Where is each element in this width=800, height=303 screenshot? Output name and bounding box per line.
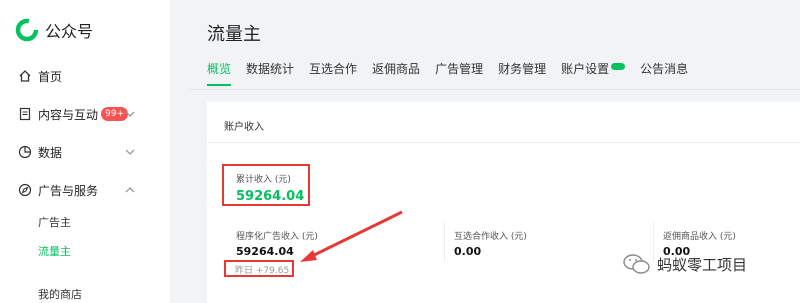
rebate-income-label: 返佣商品收入 (元) bbox=[663, 232, 736, 242]
compass-icon bbox=[18, 183, 32, 197]
tab-announcements[interactable]: 公告消息 bbox=[640, 60, 688, 77]
app-name: 公众号 bbox=[45, 22, 94, 41]
programmatic-income-label: 程序化广告收入 (元) bbox=[236, 232, 318, 242]
app-logo[interactable]: 公众号 bbox=[15, 18, 93, 42]
mutual-income-value: 0.00 bbox=[454, 245, 482, 258]
highlight-box-total bbox=[222, 164, 310, 206]
card-divider bbox=[207, 142, 800, 143]
chevron-up-icon[interactable] bbox=[124, 184, 136, 196]
sidebar-subitem-publisher[interactable]: 流量主 bbox=[38, 243, 71, 259]
sidebar: 公众号 首页 内容与互动 99+ 数据 广告与服务 广告主 流量主 我的商店 bbox=[0, 0, 170, 303]
sidebar-item-label: 首页 bbox=[38, 69, 63, 84]
sidebar-subitem-shop[interactable]: 我的商店 bbox=[38, 286, 82, 302]
pie-chart-icon bbox=[18, 145, 32, 159]
tab-overview[interactable]: 概览 bbox=[207, 60, 232, 86]
tab-account-settings[interactable]: 账户设置 bbox=[561, 60, 626, 77]
tab-divider bbox=[190, 89, 800, 90]
sidebar-item-label: 数据 bbox=[38, 145, 63, 160]
sidebar-item-home[interactable]: 首页 bbox=[18, 66, 62, 86]
sidebar-item-data[interactable]: 数据 bbox=[18, 142, 62, 162]
tab-bar: 概览 数据统计 互选合作 返佣商品 广告管理 财务管理 账户设置 公告消息 bbox=[207, 60, 703, 86]
mutual-income-label: 互选合作收入 (元) bbox=[454, 232, 527, 242]
sidebar-item-content[interactable]: 内容与互动 99+ bbox=[18, 104, 129, 124]
document-icon bbox=[18, 107, 32, 121]
tab-mutual-cooperation[interactable]: 互选合作 bbox=[309, 60, 357, 77]
wechat-logo-icon bbox=[15, 18, 39, 42]
sidebar-subitem-advertiser[interactable]: 广告主 bbox=[38, 214, 71, 230]
tab-label: 账户设置 bbox=[561, 62, 610, 76]
sidebar-item-label: 广告与服务 bbox=[38, 183, 99, 198]
page-title: 流量主 bbox=[207, 24, 261, 45]
wechat-chat-icon bbox=[623, 254, 650, 274]
column-divider bbox=[444, 222, 445, 262]
tab-finance[interactable]: 财务管理 bbox=[498, 60, 546, 77]
highlight-box-yesterday bbox=[224, 260, 294, 277]
sidebar-item-ads[interactable]: 广告与服务 bbox=[18, 180, 98, 200]
programmatic-income-value: 59264.04 bbox=[236, 245, 294, 258]
chevron-down-icon[interactable] bbox=[124, 146, 136, 158]
home-icon bbox=[18, 69, 32, 83]
tab-rebate-products[interactable]: 返佣商品 bbox=[372, 60, 420, 77]
tab-ad-management[interactable]: 广告管理 bbox=[435, 60, 483, 77]
tab-data-stats[interactable]: 数据统计 bbox=[246, 60, 294, 77]
watermark-text: 蚂蚁零工项目 bbox=[657, 255, 748, 274]
chevron-down-icon[interactable] bbox=[124, 108, 136, 120]
sidebar-item-label: 内容与互动 bbox=[38, 107, 99, 122]
watermark: 蚂蚁零工项目 bbox=[622, 252, 747, 276]
new-badge bbox=[611, 63, 626, 70]
card-title: 账户收入 bbox=[224, 122, 264, 133]
